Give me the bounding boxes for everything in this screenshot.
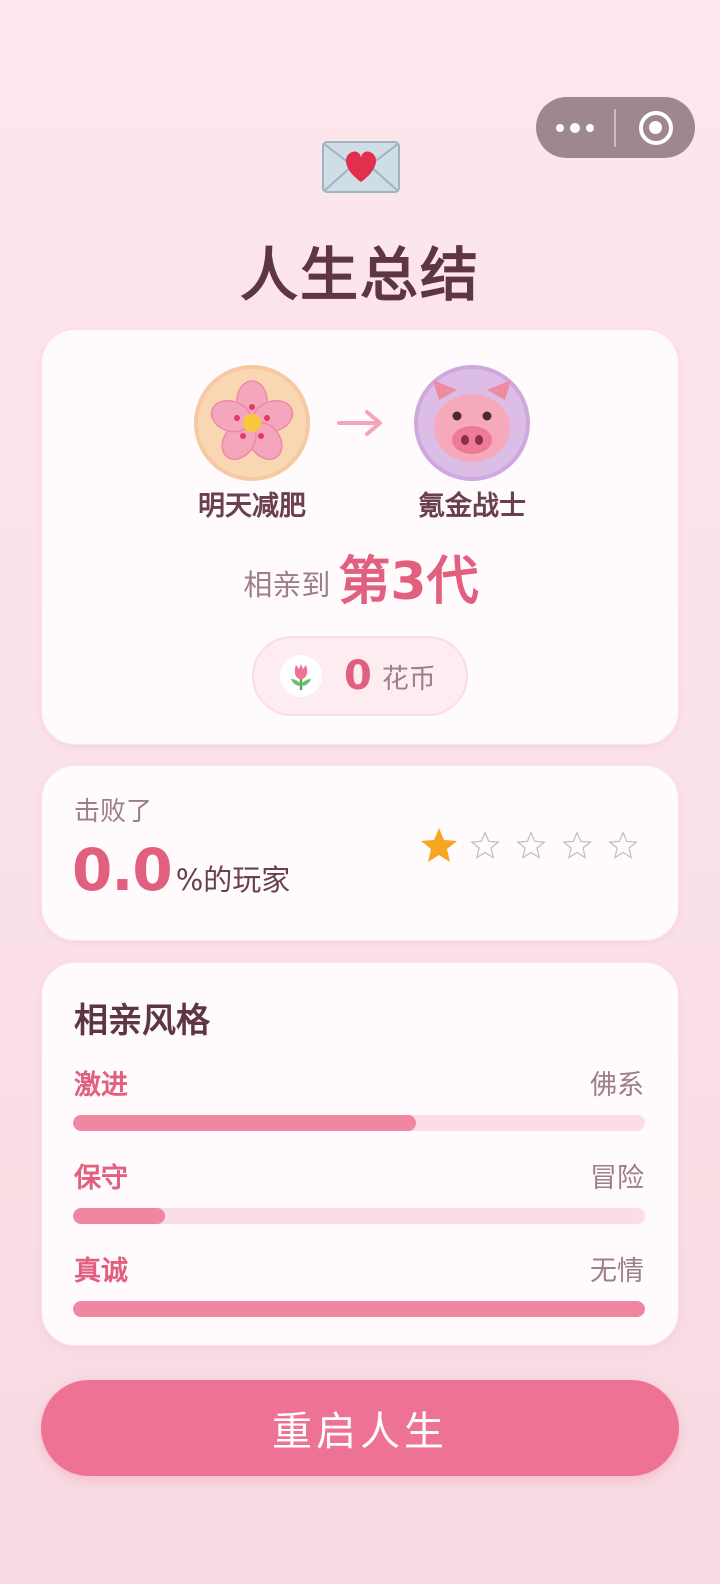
- trait-right-label: 佛系: [590, 1070, 644, 1101]
- style-title: 相亲风格: [74, 1001, 210, 1041]
- coin-unit: 花币: [381, 663, 436, 695]
- beat-suffix: %的玩家: [175, 863, 291, 897]
- ranking-card: 击败了 0.0 %的玩家: [41, 765, 679, 941]
- to-character-name: 氪金战士: [418, 491, 526, 522]
- cherry-blossom-icon: [210, 380, 294, 460]
- beat-value-row: 0.0 %的玩家: [72, 836, 290, 904]
- summary-card: 明天减肥 氪金战士 相亲到 第3代 0 花币: [41, 329, 679, 745]
- generation-value: 第3代: [338, 552, 479, 612]
- dating-style-card: 相亲风格 激进 佛系 保守 冒险 真诚 无情: [41, 962, 679, 1346]
- trait-bar: [73, 1208, 645, 1224]
- star-rating: [420, 826, 642, 864]
- page-title: 人生总结: [239, 241, 480, 309]
- star-empty-icon: [562, 830, 592, 859]
- beat-label: 击败了: [74, 797, 153, 827]
- tulip-icon: [280, 655, 322, 697]
- pig-face-icon: [433, 380, 511, 462]
- trait-row: 真诚 无情: [74, 1249, 644, 1288]
- more-dots-icon: [556, 123, 564, 132]
- trait-right-label: 冒险: [590, 1163, 644, 1194]
- arrow-right-icon: [337, 410, 382, 436]
- more-menu-button[interactable]: [536, 97, 614, 158]
- trait-left-label: 真诚: [74, 1256, 128, 1287]
- trait-bar-fill: [73, 1301, 645, 1317]
- trait-bar: [73, 1301, 645, 1317]
- mini-program-capsule: [536, 97, 695, 158]
- star-empty-icon: [470, 830, 500, 859]
- to-avatar: [414, 365, 530, 481]
- from-character-name: 明天减肥: [198, 491, 306, 522]
- trait-row: 激进 佛系: [74, 1063, 644, 1102]
- coin-value: 0: [344, 653, 372, 699]
- from-avatar: [194, 365, 310, 481]
- trait-row: 保守 冒险: [74, 1156, 644, 1195]
- trait-bar-fill: [73, 1208, 165, 1224]
- target-icon: [638, 110, 673, 145]
- trait-right-label: 无情: [590, 1256, 644, 1287]
- love-letter-icon: [322, 141, 400, 193]
- trait-bar-fill: [73, 1115, 417, 1131]
- star-empty-icon: [608, 830, 638, 859]
- trait-left-label: 保守: [74, 1163, 128, 1194]
- generation-prefix: 相亲到: [243, 568, 331, 602]
- beat-percentage: 0.0: [72, 836, 173, 904]
- star-filled-icon: [421, 828, 457, 862]
- generation-row: 相亲到 第3代: [42, 548, 680, 619]
- star-empty-icon: [516, 830, 546, 859]
- restart-life-button[interactable]: 重启人生: [41, 1380, 679, 1476]
- close-program-button[interactable]: [616, 97, 695, 158]
- trait-left-label: 激进: [74, 1070, 128, 1101]
- trait-bar: [73, 1115, 645, 1131]
- coin-balance: 0 花币: [252, 636, 468, 716]
